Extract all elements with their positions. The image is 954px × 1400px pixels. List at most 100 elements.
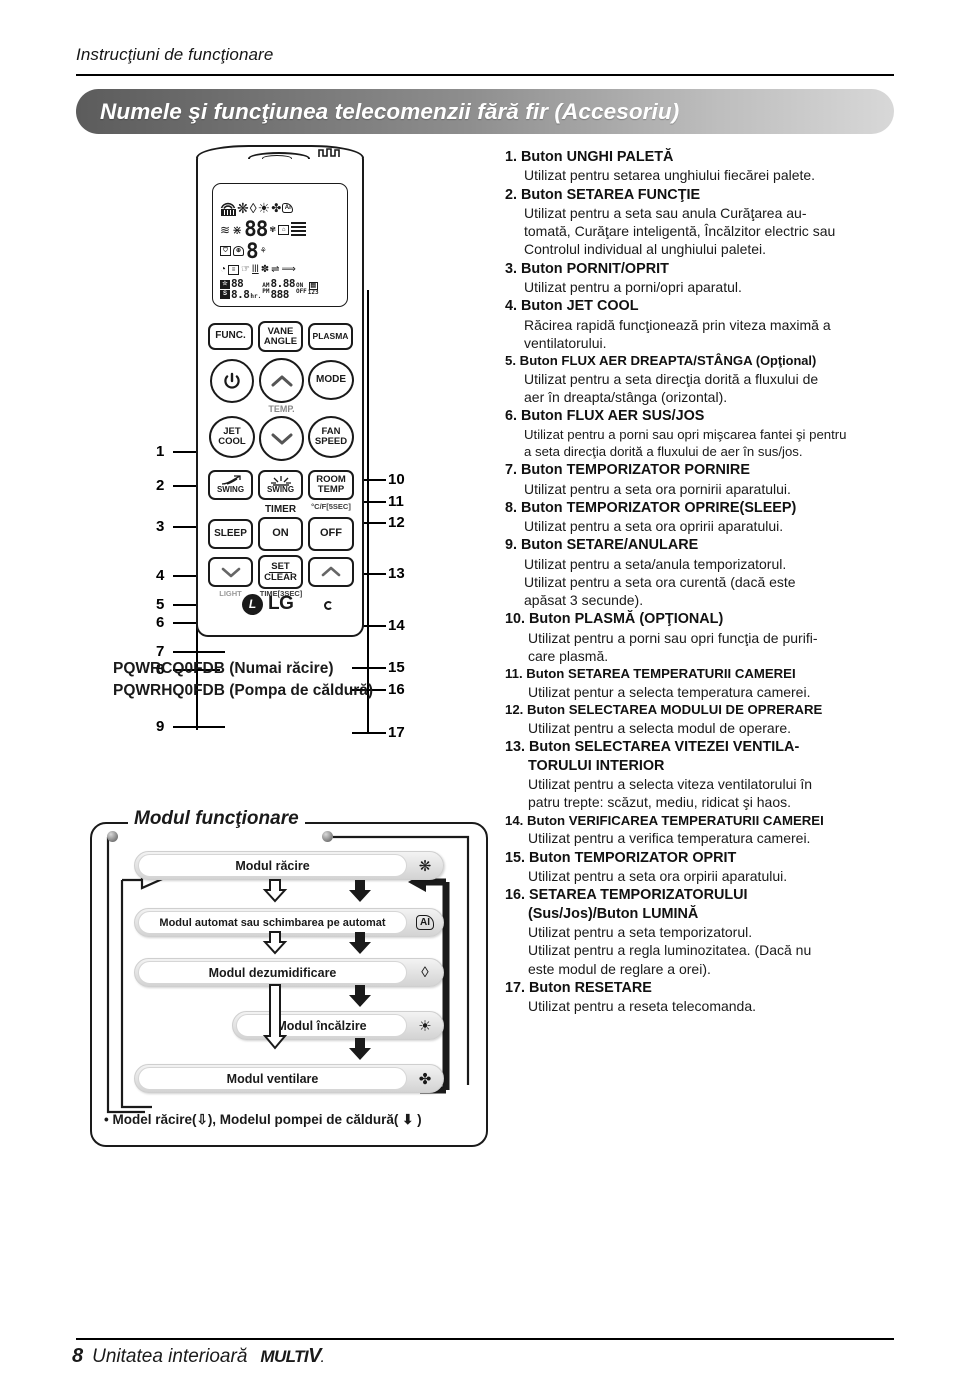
flow-step-auto-label: Modul automat sau schimbarea pe automat [138, 911, 407, 934]
button-light-down[interactable] [208, 557, 253, 587]
button-mode[interactable]: MODE [308, 360, 354, 400]
instruction-3-line-1: Utilizat pentru a porni/opri aparatul. [524, 279, 742, 296]
section-title-bar: Numele şi funcţiunea telecomenzii fără f… [76, 89, 894, 134]
callout-3: 3 [156, 518, 165, 535]
clear-label: CLEAR [264, 571, 297, 583]
instruction-10-number: 10. [505, 611, 526, 628]
header-divider [76, 74, 894, 76]
instruction-9-line-2: Utilizat pentru a seta ora curentă (dacă… [524, 573, 796, 590]
instruction-16-line-2: Utilizat pentru a regla luminozitatea. (… [528, 942, 812, 959]
instruction-3-title: 3. Buton PORNIT/OPRIT [505, 260, 897, 278]
button-timer-up[interactable] [308, 557, 354, 587]
chevron-down-icon [271, 433, 292, 444]
instruction-6-label: Buton FLUX AER SUS/JOS [521, 408, 705, 425]
instruction-5-line-2: aer în dreapta/stânga (orizontal). [524, 389, 728, 406]
instruction-13-number: 13. [505, 739, 526, 756]
chevron-up-icon [321, 566, 341, 577]
flow-legend-text: • Model răcire(⇩), Modelul pompei de căl… [104, 1112, 422, 1127]
ai-icon: AI [282, 203, 294, 213]
button-fan-speed[interactable]: FAN SPEED [308, 416, 354, 458]
multiv-logo: MULTIV. [260, 1345, 324, 1368]
instruction-9-line-3: apăsat 3 secunde). [524, 592, 644, 609]
instruction-13-title-line-2: TORULUI INTERIOR [528, 757, 665, 774]
button-timer-off[interactable]: OFF [308, 517, 354, 551]
callout-16: 16 [388, 681, 405, 698]
button-plasma[interactable]: PLASMA [308, 323, 353, 350]
footer-divider [76, 1338, 894, 1340]
multiv-v-text: V [308, 1345, 321, 1367]
instruction-11-line-1: Utilizat pentur a selecta temperatura ca… [528, 684, 811, 701]
button-power[interactable] [210, 359, 254, 403]
multiv-multi-text: MULTI [260, 1347, 309, 1366]
button-sleep[interactable]: SLEEP [208, 519, 253, 549]
instruction-item-3: 3. Buton PORNIT/OPRIT Utilizat pentru a … [505, 260, 897, 297]
instruction-10-line-1: Utilizat pentru a porni sau opri funcţia… [528, 629, 818, 646]
remote-control-illustration: ❋ ◊ ☀ ✤ AI ≋ ⋇ 88 ✾ ⌂ ⛉ ⊕ 8 ⚘ ◔ ≡ ☞ lll … [196, 145, 364, 645]
instructions-list: 1. Buton UNGHI PALETĂ Utilizat pentru se… [505, 148, 897, 1016]
button-jet-cool[interactable]: JET COOL [209, 416, 255, 458]
instruction-11-number: 11. [505, 666, 523, 682]
flow-step-cooling: Modul răcire ❋ [134, 851, 444, 880]
instruction-item-2: 2. Buton SETAREA FUNCŢIE Utilizat pentru… [505, 186, 897, 259]
instruction-16-label: SETAREA TEMPORIZATORULUI [529, 887, 748, 904]
power-icon [224, 372, 240, 389]
callout-11: 11 [388, 493, 404, 510]
lcd-off-label: OFF [295, 288, 307, 295]
droplet-icon: ◊ [421, 964, 429, 981]
instruction-17-number: 17. [505, 979, 526, 996]
sparkle-icon: ✽ [260, 263, 270, 275]
instruction-6-line-2: a seta direcţia dorită a fluxului de aer… [524, 443, 803, 459]
button-timer-on[interactable]: ON [258, 517, 303, 551]
flow-step-fan: Modul ventilare ✤ [134, 1064, 444, 1093]
flow-step-auto: Modul automat sau schimbarea pe automat … [134, 908, 444, 937]
instruction-11-title: 11. Buton SETAREA TEMPERATURII CAMEREI [505, 666, 897, 683]
airflow-lr-icon: ≋ [220, 222, 231, 237]
instruction-2-title: 2. Buton SETAREA FUNCŢIE [505, 186, 897, 204]
button-room-temp[interactable]: ROOM TEMP [308, 470, 354, 500]
button-temp-down[interactable] [259, 416, 304, 461]
airflow-ud-icon: ⋇ [232, 222, 243, 237]
fan-icon: ✤ [418, 1070, 432, 1088]
instruction-5-number: 5. [505, 353, 516, 369]
instruction-10-title: 10. Buton PLASMĂ (OPŢIONAL) [505, 610, 897, 628]
instruction-9-label: Buton SETARE/ANULARE [521, 537, 699, 554]
instruction-item-14: 14. Buton VERIFICAREA TEMPERATURII CAMER… [505, 813, 897, 848]
flow-step-dehumidify: Modul dezumidificare ◊ [134, 958, 444, 987]
remote-diagram: 1 2 3 4 5 6 7 8 9 10 11 12 13 14 15 16 1… [0, 140, 490, 741]
fan-level-bars-icon [291, 221, 307, 238]
button-swing-lr-label: SWING [216, 485, 245, 495]
instruction-9-line-1: Utilizat pentru a seta/anula temporizato… [524, 555, 787, 572]
lll-icon: lll [252, 263, 259, 275]
button-set-clear[interactable]: SET CLEAR [258, 555, 303, 589]
instruction-item-17: 17. Buton RESETARE Utilizat pentru a res… [505, 979, 897, 1016]
callout-17: 17 [388, 724, 405, 741]
instruction-16-number: 16. [505, 887, 526, 904]
chevron-down-icon [221, 567, 240, 578]
instruction-4-line-2: ventilatorului. [524, 334, 607, 351]
callout-4: 4 [156, 567, 165, 584]
callout-line-9 [173, 726, 225, 728]
energy-icon: ◔ [220, 263, 227, 275]
reset-hole-icon[interactable] [324, 601, 333, 610]
lcd-status-icons: ❋ ◊ ☀ ✤ AI [220, 200, 342, 216]
callout-2: 2 [156, 477, 165, 494]
button-swing-left-right[interactable]: SWING [208, 470, 253, 500]
button-func[interactable]: FUNC. [208, 323, 253, 350]
instruction-2-label: Buton SETAREA FUNCŢIE [521, 186, 701, 203]
instruction-14-label: Buton VERIFICAREA TEMPERATURII CAMEREI [527, 812, 824, 828]
instruction-item-16: 16. SETAREA TEMPORIZATORULUI (Sus/Jos)/B… [505, 886, 897, 977]
instruction-17-title: 17. Buton RESETARE [505, 979, 897, 997]
button-swing-up-down[interactable]: SWING [258, 470, 303, 500]
callout-12: 12 [388, 514, 405, 531]
instruction-5-line-1: Utilizat pentru a seta direcţia dorită a… [524, 370, 819, 387]
set-label: SET [269, 560, 292, 573]
button-temp-up[interactable] [259, 358, 304, 403]
instruction-13-title: 13. Buton SELECTAREA VITEZEI VENTILA- [505, 738, 897, 756]
lcd-hr-label: hr. [250, 292, 262, 300]
arrow-hand-icon: ☞ [241, 263, 251, 275]
instruction-15-line-1: Utilizat pentru a seta ora orpirii apara… [528, 868, 788, 885]
instruction-7-line-1: Utilizat pentru a seta ora pornirii apar… [524, 480, 791, 497]
button-vane-angle[interactable]: VANE ANGLE [258, 321, 303, 352]
instruction-1-line-1: Utilizat pentru setarea unghiului fiecăr… [524, 167, 816, 184]
instruction-8-label: Buton TEMPORIZATOR OPRIRE(SLEEP) [521, 499, 797, 516]
